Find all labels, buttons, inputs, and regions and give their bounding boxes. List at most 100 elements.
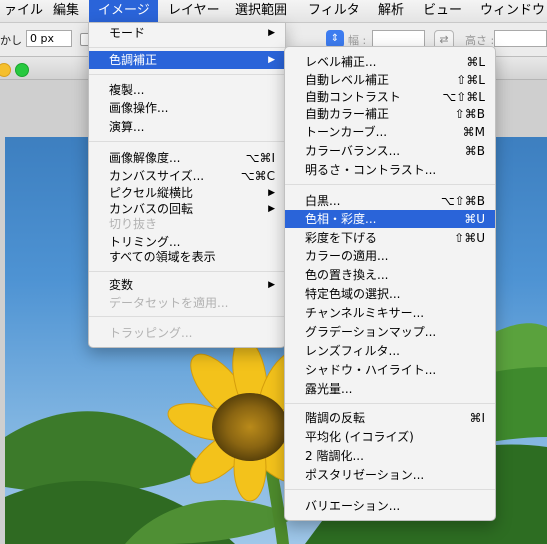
shortcut-label: ⌥⌘I [245, 151, 275, 165]
shortcut-label: ⌘B [464, 144, 485, 158]
menu-item-label: 露光量... [305, 382, 353, 396]
feather-label: かし : [0, 34, 30, 47]
adjustments-submenu: レベル補正... ⌘L 自動レベル補正 ⇧⌘L 自動コントラスト ⌥⇧⌘L 自動… [284, 46, 496, 521]
menu-separator [89, 47, 285, 48]
menu-item-label: レンズフィルタ... [305, 344, 400, 358]
menu-edit[interactable]: 編集 [53, 0, 79, 22]
menu-separator [89, 141, 285, 142]
menu-item-adjustments[interactable]: 色調補正 ▶ [89, 51, 285, 69]
menu-layer[interactable]: レイヤー [168, 0, 220, 22]
submenu-arrow-icon: ▶ [268, 55, 275, 65]
menu-file[interactable]: ァイル [4, 0, 43, 22]
menu-item-black-white[interactable]: 白黒... ⌥⇧⌘B [285, 192, 495, 210]
menu-item-reveal-all[interactable]: すべての領域を表示 [89, 248, 285, 266]
menu-separator [285, 184, 495, 185]
menu-filter[interactable]: フィルタ [308, 0, 360, 22]
shortcut-label: ⌥⌘C [240, 169, 275, 183]
menu-item-label: 2 階調化... [305, 449, 364, 463]
menu-item-label: バリエーション... [305, 499, 401, 513]
menu-item-label: チャンネルミキサー... [305, 306, 425, 320]
menu-item-match-color[interactable]: カラーの適用... [285, 247, 495, 265]
menu-separator [89, 271, 285, 272]
shortcut-label: ⌘U [464, 212, 485, 226]
menu-item-label: 色の置き換え... [305, 268, 389, 282]
shortcut-label: ⌘M [462, 125, 485, 139]
menu-item-label: 切り抜き [109, 217, 158, 231]
menu-select[interactable]: 選択範囲 [235, 0, 287, 22]
menu-item-equalize[interactable]: 平均化 (イコライズ) [285, 428, 495, 446]
menu-item-desaturate[interactable]: 彩度を下げる ⇧⌘U [285, 229, 495, 247]
menu-item-label: 自動コントラスト [305, 90, 401, 104]
menu-item-apply-data-set: データセットを適用... [89, 294, 285, 312]
menu-item-label: 平均化 (イコライズ) [305, 430, 414, 444]
menu-item-label: 白黒... [305, 194, 341, 208]
menu-analysis[interactable]: 解析 [378, 0, 404, 22]
submenu-arrow-icon: ▶ [268, 280, 275, 290]
menu-item-canvas-size[interactable]: カンバスサイズ... ⌥⌘C [89, 167, 285, 185]
menu-item-label: 特定色域の選択... [305, 287, 401, 301]
menu-item-variables[interactable]: 変数 ▶ [89, 276, 285, 294]
menu-item-label: カラーバランス... [305, 144, 401, 158]
menu-item-variations[interactable]: バリエーション... [285, 497, 495, 515]
shortcut-label: ⇧⌘L [456, 73, 485, 87]
menu-bar: ァイル 編集 イメージ レイヤー 選択範囲 フィルタ 解析 ビュー ウィンドウ [0, 0, 547, 23]
menu-item-label: 変数 [109, 278, 134, 292]
menu-item-calculations[interactable]: 演算... [89, 118, 285, 136]
menu-image[interactable]: イメージ [89, 0, 158, 22]
menu-item-auto-color[interactable]: 自動カラー補正 ⇧⌘B [285, 105, 495, 123]
menu-item-hue-saturation[interactable]: 色相・彩度... ⌘U [285, 210, 495, 228]
shortcut-label: ⌘L [466, 55, 485, 69]
shortcut-label: ⌘I [469, 411, 485, 425]
image-menu: モード ▶ 色調補正 ▶ 複製... 画像操作... 演算... 画像解像度..… [88, 22, 286, 348]
menu-item-curves[interactable]: トーンカーブ... ⌘M [285, 123, 495, 141]
shortcut-label: ⌥⇧⌘L [442, 90, 485, 104]
menu-item-label: 明るさ・コントラスト... [305, 163, 437, 177]
menu-item-photo-filter[interactable]: レンズフィルタ... [285, 342, 495, 360]
menu-item-auto-levels[interactable]: 自動レベル補正 ⇧⌘L [285, 71, 495, 89]
menu-item-exposure[interactable]: 露光量... [285, 380, 495, 398]
menu-item-label: 彩度を下げる [305, 231, 378, 245]
menu-separator [285, 489, 495, 490]
menu-item-label: カンバスサイズ... [109, 169, 205, 183]
menu-window[interactable]: ウィンドウ [480, 0, 545, 22]
menu-item-label: カラーの適用... [305, 249, 389, 263]
shortcut-label: ⇧⌘U [454, 231, 485, 245]
menu-item-label: トラッピング... [109, 326, 193, 340]
menu-item-duplicate[interactable]: 複製... [89, 81, 285, 99]
menu-item-label: トーンカーブ... [305, 125, 388, 139]
height-input[interactable] [494, 30, 547, 47]
menu-item-image-size[interactable]: 画像解像度... ⌥⌘I [89, 149, 285, 167]
menu-item-label: 自動カラー補正 [305, 107, 390, 121]
menu-item-label: グラデーションマップ... [305, 325, 437, 339]
menu-item-posterize[interactable]: ポスタリゼーション... [285, 466, 495, 484]
menu-item-shadows-highlights[interactable]: シャドウ・ハイライト... [285, 361, 495, 379]
menu-separator [285, 403, 495, 404]
menu-item-color-balance[interactable]: カラーバランス... ⌘B [285, 142, 495, 160]
menu-item-label: 複製... [109, 83, 145, 97]
menu-item-label: 自動レベル補正 [305, 73, 390, 87]
menu-item-label: ポスタリゼーション... [305, 468, 425, 482]
menu-item-threshold[interactable]: 2 階調化... [285, 447, 495, 465]
menu-item-levels[interactable]: レベル補正... ⌘L [285, 53, 495, 71]
shortcut-label: ⇧⌘B [454, 107, 485, 121]
menu-item-label: モード [109, 26, 146, 40]
menu-item-brightness-contrast[interactable]: 明るさ・コントラスト... [285, 161, 495, 179]
feather-input[interactable] [26, 30, 72, 47]
width-input[interactable] [372, 30, 425, 47]
menu-item-mode[interactable]: モード ▶ [89, 24, 285, 42]
menu-item-label: 演算... [109, 120, 145, 134]
menu-item-channel-mixer[interactable]: チャンネルミキサー... [285, 304, 495, 322]
menu-item-auto-contrast[interactable]: 自動コントラスト ⌥⇧⌘L [285, 88, 495, 106]
menu-item-replace-color[interactable]: 色の置き換え... [285, 266, 495, 284]
menu-item-label: 色調補正 [109, 53, 158, 67]
menu-item-invert[interactable]: 階調の反転 ⌘I [285, 409, 495, 427]
menu-view[interactable]: ビュー [423, 0, 462, 22]
zoom-icon[interactable] [15, 63, 29, 77]
menu-item-label: レベル補正... [305, 55, 377, 69]
menu-item-apply-image[interactable]: 画像操作... [89, 99, 285, 117]
submenu-arrow-icon: ▶ [268, 28, 275, 38]
menu-item-gradient-map[interactable]: グラデーションマップ... [285, 323, 495, 341]
minimize-icon[interactable] [0, 63, 11, 77]
menu-item-label: 色相・彩度... [305, 212, 377, 226]
menu-item-selective-color[interactable]: 特定色域の選択... [285, 285, 495, 303]
